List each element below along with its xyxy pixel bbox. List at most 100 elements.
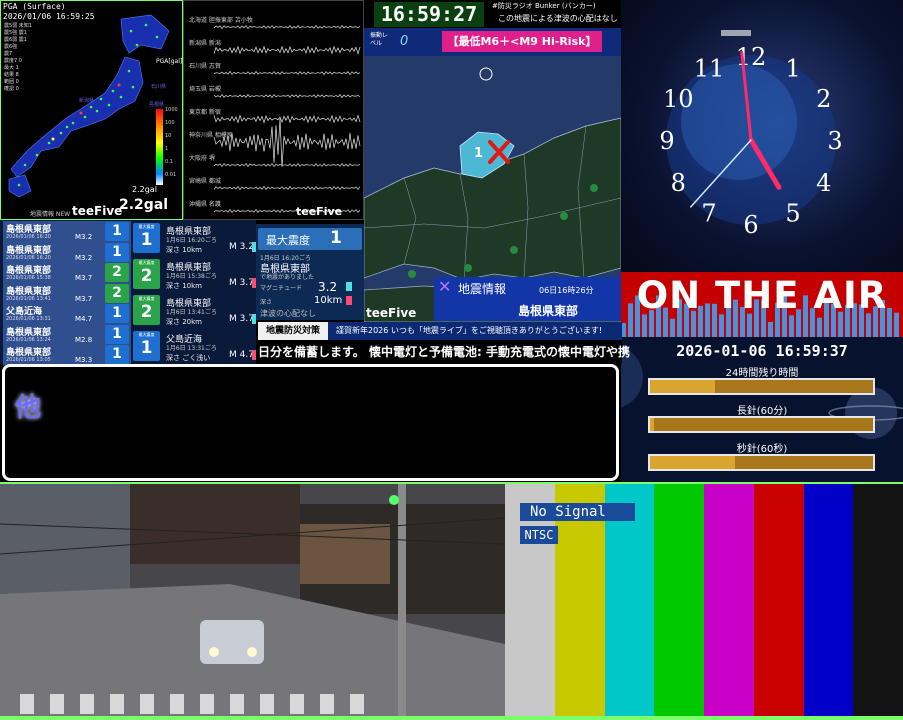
map-label-2: 石川県 [151, 84, 167, 90]
detail-mag: M 4.7 [229, 350, 254, 360]
quake-shindo-badge: 2 [105, 283, 129, 303]
pga-scale-tick: 1000 [165, 107, 178, 113]
quake-date: 2026/01/06 13:05 [6, 357, 51, 363]
quake-shindo-badge: 1 [105, 345, 129, 364]
epicenter-map: 1 ✕ 地震情報 06日16時26分 島根県東部 teeFive [364, 28, 621, 322]
detail-time: 1月6日 15:38ごろ [166, 273, 217, 280]
color-bar [803, 484, 855, 720]
level-value: 0 [400, 34, 409, 49]
epicenter-shindo: 1 [474, 146, 484, 161]
waveform-trace [213, 162, 361, 168]
quake-detail-row[interactable]: 最大震度 2 島根県東部 1月6日 15:38ごろ 深さ 10km M 3.7 [133, 259, 256, 291]
quake-mag: M2.8 [75, 335, 93, 344]
live-camera-feed [0, 484, 505, 720]
spectrum-bar [789, 315, 794, 337]
quake-date: 2026/01/06 15:38 [6, 275, 51, 281]
shindo-box-label: 最大震度 [138, 260, 155, 265]
tsunami-note: 津波の心配なし [260, 309, 316, 318]
shindo-box-value: 2 [140, 266, 153, 286]
progress-label: 長針(60分) [736, 406, 788, 417]
progress-bar [648, 416, 875, 433]
progress-fill [650, 380, 715, 393]
top-bar: 16:59:27 #防災ラジオ Bunker (バンカー) この地震による津波の… [364, 0, 621, 28]
clock-number: 1 [785, 54, 800, 82]
quake-mag: M3.7 [75, 294, 93, 303]
shindo-box-label: 最大震度 [138, 332, 155, 337]
quake-mag: M3.3 [75, 356, 93, 364]
clock-number: 9 [659, 127, 674, 155]
max-intensity-panel: 最大震度 1 1月6日 16:20ごろ 島根県東部 で地震がありました マグニチ… [256, 224, 364, 320]
level-bar: 振動レベル 0 【最低M6＋<M9 Hi-Risk】 [364, 28, 621, 56]
ntsc-label: NTSC [520, 526, 558, 544]
quake-list-row[interactable]: 島根県東部 2026/01/06 13:41 M3.7 2 [3, 282, 131, 305]
map-label-3: 島根県 [149, 102, 165, 108]
quake-list-row[interactable]: 島根県東部 2026/01/06 13:05 M3.3 1 [3, 344, 131, 366]
message-box: 他 [2, 364, 619, 481]
quake-date: 2026/01/06 16:20 [6, 234, 51, 240]
spectrum-bar [642, 314, 647, 337]
progress-bar [648, 454, 875, 471]
max-intensity-label: 最大震度 [266, 234, 310, 247]
waveform-panel: 北海道 胆振東部 苫小牧 新潟県 新潟 石川県 志賀 埼玉県 岩槻 東京都 新宿 神奈川県… [183, 0, 364, 220]
magnitude-bar [252, 350, 256, 360]
pga-scale-tick: 0.01 [165, 172, 177, 178]
time-status-panel: 2026-01-06 16:59:37 24時間残り時間 長針(60分) 秒針(60… [621, 337, 903, 482]
shindo-box: 最大震度 2 [133, 259, 160, 289]
quake-detail-row[interactable]: 最大震度 1 島根県東部 1月6日 16:20ごろ 深さ 10km M 3.2 [133, 223, 256, 255]
live-clock: 16:59:27 [374, 2, 484, 27]
spectrum-bar [768, 321, 773, 337]
shindo-box: 最大震度 1 [133, 223, 160, 253]
bunker-label: #防災ラジオ Bunker (バンカー) [492, 2, 596, 10]
progress-fill [650, 418, 655, 431]
spectrum-bar [817, 317, 822, 337]
tsunami-headline: この地震による津波の心配はなし [498, 14, 618, 23]
quake-list-row[interactable]: 島根県東部 2026/01/06 16:20 M3.2 1 [3, 241, 131, 264]
quake-detail-row[interactable]: 最大震度 2 島根県東部 1月6日 13:41ごろ 深さ 20km M 3.7 [133, 295, 256, 327]
quake-list-row[interactable]: 島根県東部 2026/01/06 16:20 M3.2 1 [3, 221, 131, 243]
shindo-box-value: 2 [140, 302, 153, 322]
clock-number: 2 [816, 85, 831, 113]
quake-list-panel: 地震情報 NEW teeFive 島根県東部 2026/01/06 16:20 M3… [0, 204, 256, 366]
shindo-box-label: 最大震度 [138, 296, 155, 301]
waveform-trace [213, 93, 361, 99]
detail-depth: 深さ 20km [166, 318, 203, 326]
shindo-box: 最大震度 2 [133, 295, 160, 325]
detail-depth: 深さ ごく浅い [166, 354, 211, 362]
color-bar [654, 484, 705, 720]
color-bar [853, 484, 903, 720]
quake-list-row[interactable]: 父島近海 2026/01/06 13:31 M4.7 1 [3, 303, 131, 325]
waveform-trace [213, 185, 361, 191]
quake-detail-row[interactable]: 最大震度 1 父島近海 1月6日 13:31ごろ 深さ ごく浅い M 4.7 [133, 331, 256, 363]
detail-time: 1月6日 13:31ごろ [166, 345, 217, 352]
quake-shindo-badge: 1 [105, 324, 129, 344]
quake-date: 2026/01/06 16:20 [6, 254, 51, 261]
pga-color-scale [156, 109, 163, 185]
pga-small-value: 2.2gal [132, 185, 157, 194]
clock-number: 8 [671, 169, 686, 197]
pga-unit: PGA[gal] [156, 58, 183, 65]
quake-date: 2026/01/06 13:24 [6, 336, 51, 343]
quake-list-row[interactable]: 島根県東部 2026/01/06 13:24 M2.8 1 [3, 323, 131, 346]
ticker-tag: 地震防災対策 [258, 322, 328, 340]
quake-list-row[interactable]: 島根県東部 2026/01/06 15:38 M3.7 2 [3, 262, 131, 284]
color-bar [704, 484, 755, 720]
quake-mag: M3.2 [75, 233, 93, 241]
waveform-trace [213, 70, 361, 76]
quake-list-brand: teeFive [72, 204, 123, 218]
quake-mag: M4.7 [75, 315, 93, 323]
quake-date: 2026/01/06 13:31 [6, 316, 51, 322]
level-label: 振動レベル [370, 32, 389, 47]
detail-time: 1月6日 16:20ごろ [166, 237, 217, 244]
shindo-box-value: 1 [140, 230, 153, 250]
quake-mag: M3.7 [75, 274, 93, 282]
detail-depth: 深さ 10km [166, 282, 203, 290]
analog-clock-panel: 12 1 2 3 4 5 6 7 8 9 10 11 [621, 0, 903, 272]
mag-value: 3.2 [318, 280, 338, 294]
ticker-top: 地震防災対策 謹賀新年2026 いつも「地震ライブ」をご視聴頂きありがとうござい… [258, 322, 622, 340]
divider-line [0, 482, 903, 484]
progress-label: 24時間残り時間 [725, 368, 799, 379]
pga-big-value: 2.2gal [119, 197, 169, 213]
ticker-line2: 日分を備蓄します。 懐中電灯と予備電池: 手動充電式の懐中電灯や携 [258, 345, 630, 359]
risk-banner: 【最低M6＋<M9 Hi-Risk】 [442, 31, 602, 52]
progress-bar [648, 378, 875, 395]
